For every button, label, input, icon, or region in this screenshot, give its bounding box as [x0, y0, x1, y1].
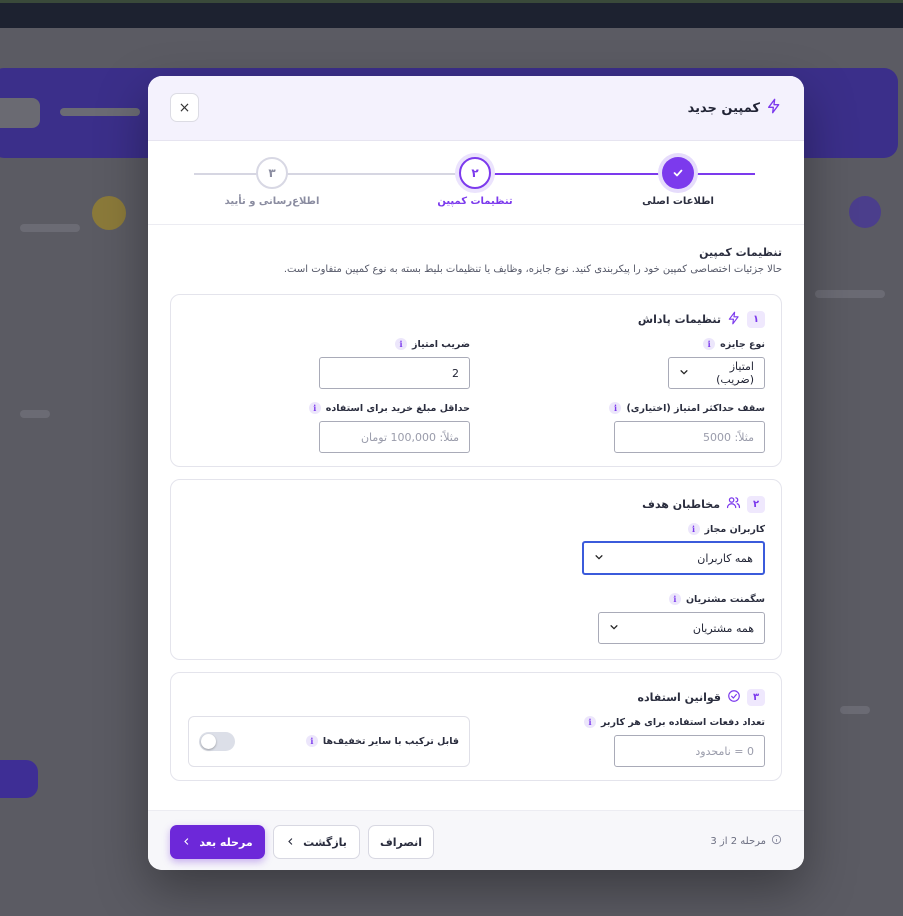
label-text: ضریب امتیاز	[412, 338, 470, 350]
lightning-icon	[727, 310, 741, 329]
chevron-left-icon	[182, 836, 191, 849]
lightning-icon	[766, 98, 782, 118]
card-title: مخاطبان هدف	[642, 498, 720, 511]
close-button[interactable]: ×	[170, 93, 199, 122]
section-title: تنظیمات کمپین	[699, 246, 782, 259]
button-label: انصراف	[379, 835, 423, 849]
card-index-badge: ۱	[747, 311, 765, 328]
step-label: اطلاع‌رسانی و تأیید	[224, 196, 320, 207]
combinable-toggle[interactable]	[199, 732, 235, 751]
label-text: قابل ترکیب با سایر تخفیف‌ها	[322, 735, 459, 747]
combinable-label: قابل ترکیب با سایر تخفیف‌ها i	[305, 735, 459, 747]
step-label: تنظیمات کمپین	[437, 196, 513, 207]
background-floating-button	[0, 760, 38, 798]
info-icon[interactable]: i	[584, 716, 596, 728]
label-text: سقف حداکثر امتیاز (اختیاری)	[626, 402, 765, 414]
multiplier-label: ضریب امتیاز i	[395, 338, 470, 350]
background-text	[60, 108, 140, 116]
combinable-setting: قابل ترکیب با سایر تخفیف‌ها i	[188, 716, 470, 767]
back-button[interactable]: بازگشت	[273, 825, 360, 859]
info-circle-icon	[771, 834, 782, 848]
button-label: بازگشت	[303, 835, 347, 849]
modal-header: کمپین جدید ×	[148, 76, 804, 141]
card-index-badge: ۳	[747, 689, 765, 706]
segment-select[interactable]: همه مشتریان	[598, 612, 765, 644]
background-text	[20, 224, 80, 232]
chevron-down-icon	[609, 622, 619, 635]
background-text	[840, 706, 870, 714]
close-icon: ×	[178, 99, 191, 116]
card-title: قوانین استفاده	[637, 691, 721, 704]
stepper: اطلاعات اصلی ۲ تنظیمات کمپین ۳ اطلاع‌رسا…	[148, 141, 804, 225]
info-icon[interactable]: i	[668, 593, 681, 605]
info-icon[interactable]: i	[687, 523, 700, 535]
label-text: تعداد دفعات استفاده برای هر کاربر	[601, 716, 765, 728]
cancel-button[interactable]: انصراف	[368, 825, 434, 859]
section-description: حالا جزئیات اختصاصی کمپین خود را پیکربند…	[283, 264, 782, 275]
next-step-button[interactable]: مرحله بعد	[170, 825, 265, 859]
per-user-limit-label: تعداد دفعات استفاده برای هر کاربر i	[584, 716, 765, 728]
select-value: همه مشتریان	[692, 621, 754, 635]
reward-settings-card: ۱ تنظیمات پاداش نوع جایزه i امتیاز (ضریب…	[170, 294, 782, 467]
background-text	[815, 290, 885, 298]
max-points-input[interactable]: مثلاً: 5000	[614, 421, 765, 453]
modal-title: کمپین جدید	[688, 98, 782, 118]
info-icon[interactable]: i	[305, 735, 318, 747]
per-user-limit-input[interactable]: 0 = نامحدود	[614, 735, 765, 767]
label-text: کاربران مجاز	[704, 523, 765, 535]
step-info-text: مرحله 2 از 3	[710, 835, 766, 847]
label-text: نوع جایزه	[720, 338, 765, 350]
allowed-users-label: کاربران مجاز i	[687, 523, 765, 535]
min-purchase-input[interactable]: مثلاً: 100,000 تومان	[319, 421, 470, 453]
info-icon[interactable]: i	[395, 338, 408, 350]
select-value: همه کاربران	[697, 551, 753, 565]
check-circle-icon	[727, 688, 741, 707]
prize-type-select[interactable]: امتیاز (ضریب)	[668, 357, 765, 389]
usage-rules-card: ۳ قوانین استفاده تعداد دفعات استفاده برا…	[170, 672, 782, 781]
background-pill	[0, 98, 40, 128]
max-points-label: سقف حداکثر امتیاز (اختیاری) i	[609, 402, 765, 414]
info-icon[interactable]: i	[308, 402, 321, 414]
step-number: ۲	[459, 157, 491, 189]
step-progress-info: مرحله 2 از 3	[710, 834, 782, 848]
step-label: اطلاعات اصلی	[642, 196, 714, 207]
check-icon	[662, 157, 694, 189]
step-main-info[interactable]: اطلاعات اصلی	[608, 157, 748, 207]
label-text: حداقل مبلغ خرید برای استفاده	[325, 402, 470, 414]
chevron-down-icon	[594, 552, 604, 565]
card-header: ۱ تنظیمات پاداش	[638, 310, 765, 329]
step-campaign-settings[interactable]: ۲ تنظیمات کمپین	[405, 157, 545, 207]
prize-type-label: نوع جایزه i	[703, 338, 765, 350]
select-value: امتیاز (ضریب)	[716, 360, 754, 386]
new-campaign-modal: کمپین جدید × اطلاعات اصلی ۲ تنظیمات کمپی…	[148, 76, 804, 870]
background-avatar	[849, 196, 881, 228]
background-text	[20, 410, 50, 418]
toggle-knob	[201, 734, 216, 749]
background-coin-icon	[92, 196, 126, 230]
multiplier-input[interactable]: 2	[319, 357, 470, 389]
step-number: ۳	[256, 157, 288, 189]
segment-label: سگمنت مشتریان i	[668, 593, 765, 605]
label-text: سگمنت مشتریان	[685, 593, 765, 605]
min-purchase-label: حداقل مبلغ خرید برای استفاده i	[308, 402, 470, 414]
modal-footer: مرحله 2 از 3 انصراف بازگشت مرحله بعد	[148, 810, 804, 870]
allowed-users-select[interactable]: همه کاربران	[582, 541, 765, 575]
chevron-left-icon	[286, 836, 295, 849]
info-icon[interactable]: i	[609, 402, 622, 414]
step-notification-confirm[interactable]: ۳ اطلاع‌رسانی و تأیید	[202, 157, 342, 207]
card-title: تنظیمات پاداش	[637, 313, 721, 326]
card-header: ۳ قوانین استفاده	[638, 688, 765, 707]
modal-title-text: کمپین جدید	[687, 100, 760, 116]
chevron-down-icon	[679, 367, 689, 380]
card-header: ۲ مخاطبان هدف	[642, 495, 765, 514]
info-icon[interactable]: i	[703, 338, 716, 350]
background-topbar	[0, 0, 903, 28]
target-audience-card: ۲ مخاطبان هدف کاربران مجاز i همه کاربران…	[170, 479, 782, 660]
card-index-badge: ۲	[747, 496, 765, 513]
button-label: مرحله بعد	[199, 835, 253, 849]
users-icon	[726, 495, 741, 514]
